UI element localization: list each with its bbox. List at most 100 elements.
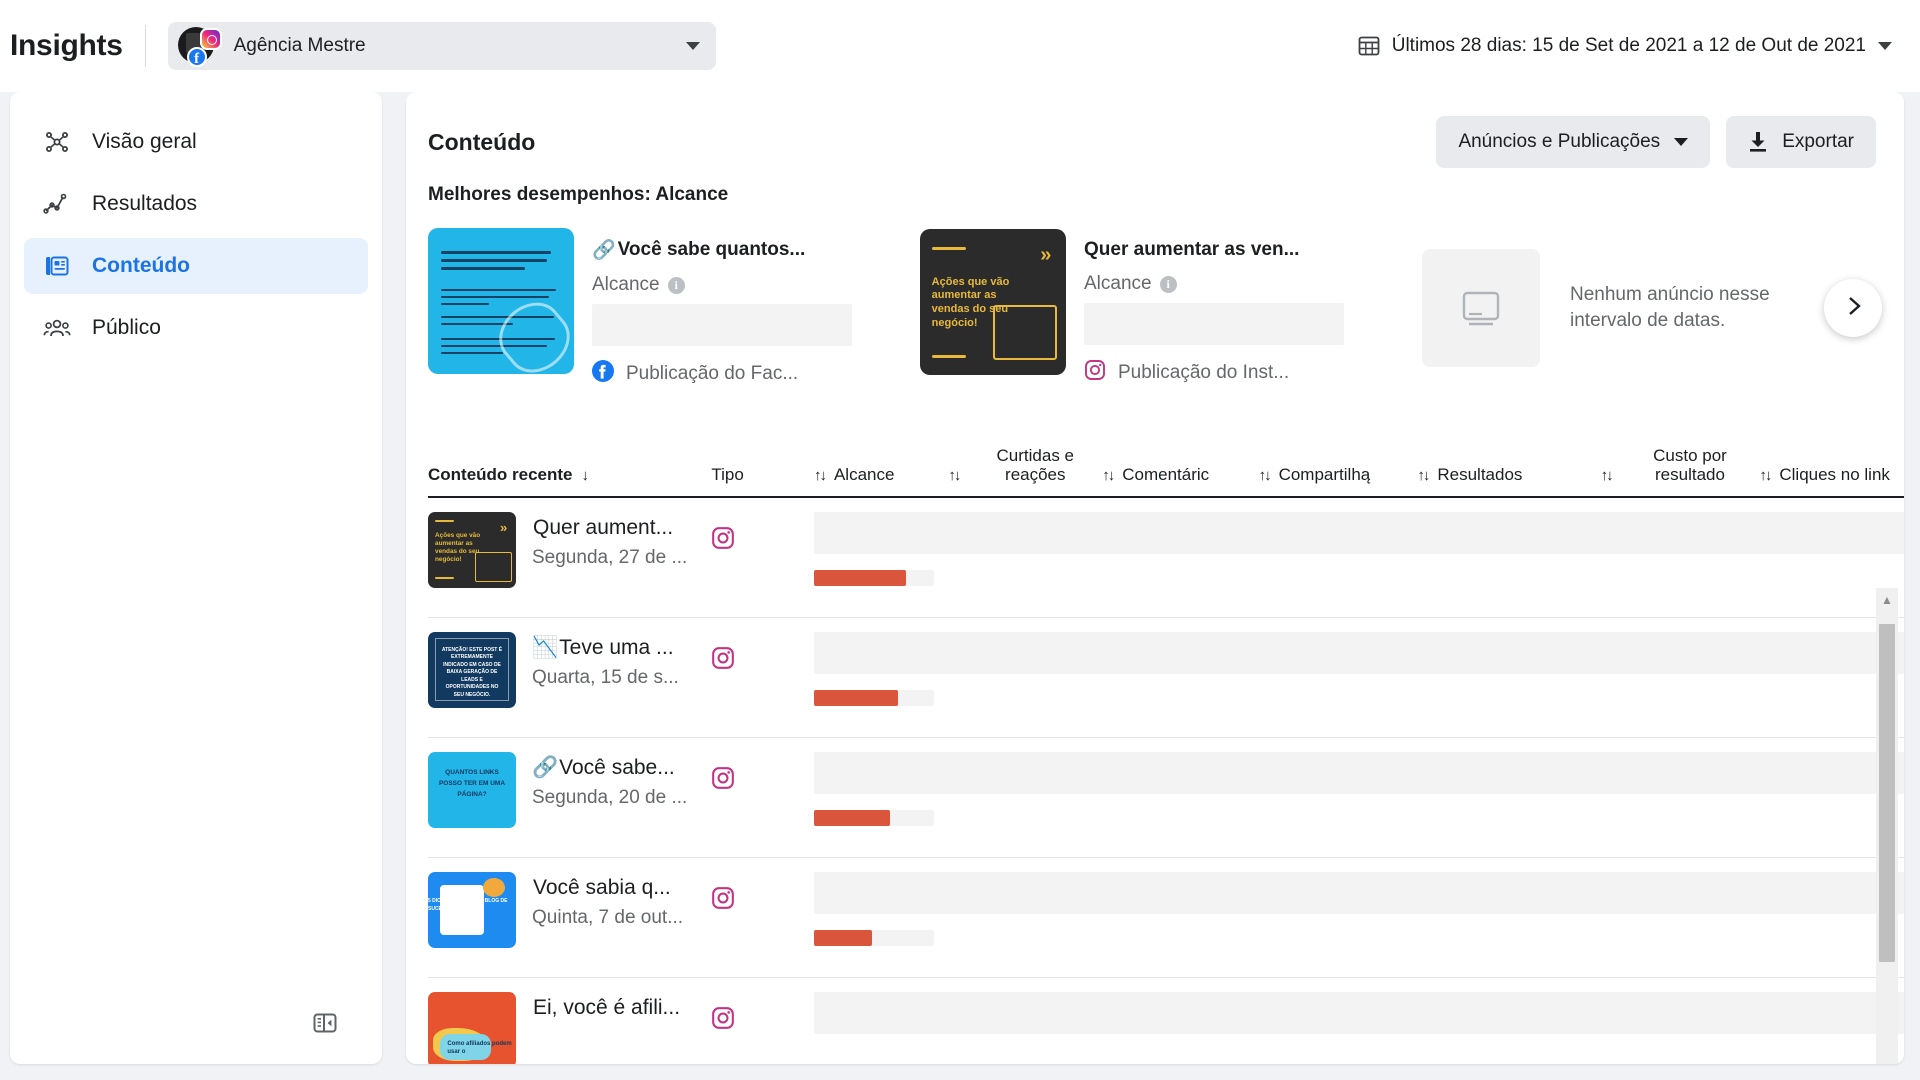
divider bbox=[144, 25, 146, 67]
performer-title: 🔗 Você sabe quantos... bbox=[592, 238, 852, 262]
scroll-up-arrow[interactable]: ▲ bbox=[1876, 594, 1898, 606]
page-title: Conteúdo bbox=[428, 128, 536, 155]
chevron-down-icon bbox=[1878, 42, 1892, 50]
app-title: Insights bbox=[10, 29, 123, 62]
sort-updown-icon: ↑↓ bbox=[1102, 467, 1115, 485]
reach-bar-fill bbox=[813, 689, 898, 706]
column-header-compartilhamentos[interactable]: ↑↓ Compartilhą bbox=[1259, 446, 1418, 497]
sidebar-item-resultados[interactable]: Resultados bbox=[24, 176, 368, 232]
cell-type bbox=[711, 737, 814, 857]
info-icon[interactable]: i bbox=[667, 276, 685, 294]
content-filter-label: Anúncios e Publicações bbox=[1458, 131, 1661, 152]
performer-card[interactable]: » Ações que vão aumentar as vendas do se… bbox=[920, 229, 1344, 387]
performer-info: Quer aumentar as ven... Alcance i Public… bbox=[1084, 229, 1344, 387]
row-texts: 📉 Teve uma ... Quarta, 15 de s... bbox=[532, 632, 679, 689]
content-filter-dropdown[interactable]: Anúncios e Publicações bbox=[1436, 116, 1711, 168]
column-label: Cliques no link bbox=[1779, 465, 1890, 485]
row-date: Quarta, 15 de s... bbox=[532, 666, 679, 688]
reach-bar-fill bbox=[813, 570, 907, 587]
top-performers-carousel: 🔗 Você sabe quantos... Alcance i Publica… bbox=[428, 228, 1904, 387]
audience-people-icon bbox=[42, 313, 72, 343]
link-emoji: 🔗 bbox=[592, 240, 616, 261]
column-header-alcance[interactable]: ↑↓ Alcance bbox=[814, 446, 948, 497]
column-header-custo-por-resultado[interactable]: ↑↓ Custo por resultado bbox=[1601, 446, 1760, 497]
reach-bar-fill bbox=[813, 929, 872, 946]
row-title-text: Quer aument... bbox=[533, 516, 674, 540]
row-title: 📉 Teve uma ... bbox=[532, 636, 679, 660]
download-icon bbox=[1748, 131, 1768, 153]
cell-metrics bbox=[813, 737, 1904, 857]
line-chart-icon bbox=[42, 189, 72, 219]
metric-placeholder bbox=[813, 631, 1904, 674]
metric-placeholder bbox=[813, 991, 1904, 1034]
cell-content: QUANTOS LINKS POSSO TER EM UMA PÁGINA? 🔗… bbox=[428, 737, 711, 857]
cell-type bbox=[711, 617, 814, 737]
row-thumbnail: ATENÇÃO! ESTE POST É EXTREMAMENTE INDICA… bbox=[428, 631, 516, 708]
performer-source: Publicação do Inst... bbox=[1084, 359, 1344, 387]
sort-updown-icon: ↑↓ bbox=[1600, 467, 1614, 485]
date-range-selector[interactable]: Últimos 28 dias: 15 de Set de 2021 a 12 … bbox=[1358, 35, 1892, 57]
cell-type bbox=[711, 857, 814, 977]
column-header-curtidas-e-reacoes[interactable]: ↑↓ Curtidas e reações bbox=[948, 446, 1102, 497]
overview-hub-icon bbox=[42, 127, 72, 157]
table-body: » Ações que vão aumentar as vendas do se… bbox=[428, 497, 1904, 1064]
row-date: Quinta, 7 de out... bbox=[532, 906, 684, 928]
instagram-icon bbox=[711, 858, 814, 915]
row-title: Quer aument... bbox=[532, 516, 687, 540]
sort-updown-icon: ↑↓ bbox=[948, 467, 961, 485]
sidebar-item-label: Resultados bbox=[92, 192, 198, 215]
export-button[interactable]: Exportar bbox=[1726, 116, 1876, 168]
sidebar-collapse-icon[interactable] bbox=[308, 1006, 342, 1040]
sidebar-item-label: Público bbox=[92, 316, 161, 339]
scrollbar-thumb[interactable] bbox=[1879, 624, 1895, 962]
instagram-icon bbox=[711, 618, 814, 675]
table-row[interactable]: Como afiliados podem usar o Ei, você é a… bbox=[428, 977, 1904, 1064]
facebook-icon bbox=[592, 360, 614, 388]
table-row[interactable]: 5 DICAS PARA TER UM BLOG DE SUCESSO Você… bbox=[428, 857, 1904, 978]
column-header-comentarios[interactable]: ↑↓ Comentáric bbox=[1102, 446, 1258, 497]
row-title-text: Você sabia q... bbox=[533, 875, 671, 899]
instagram-icon bbox=[711, 738, 814, 795]
row-title-text: Você sabe... bbox=[559, 755, 675, 779]
page-layout: Visão geral Resultados Conteúdo Público bbox=[0, 92, 1920, 1080]
calendar-icon bbox=[1358, 35, 1380, 57]
metric-placeholder bbox=[813, 751, 1904, 794]
column-header-cliques-no-link[interactable]: ↑↓ Cliques no link bbox=[1759, 446, 1904, 497]
table-row[interactable]: » Ações que vão aumentar as vendas do se… bbox=[428, 497, 1904, 618]
table-row[interactable]: ATENÇÃO! ESTE POST É EXTREMAMENTE INDICA… bbox=[428, 617, 1904, 738]
performer-title-text: Você sabe quantos... bbox=[617, 239, 806, 260]
instagram-icon bbox=[711, 498, 814, 555]
performer-thumbnail bbox=[428, 228, 574, 374]
info-icon[interactable]: i bbox=[1159, 275, 1177, 293]
chevron-right-icon bbox=[1841, 294, 1865, 323]
table-vertical-scrollbar[interactable]: ▲ bbox=[1876, 588, 1898, 1064]
metric-placeholder bbox=[813, 512, 1904, 555]
account-selector[interactable]: f Agência Mestre bbox=[167, 22, 716, 70]
column-header-tipo[interactable]: Tipo bbox=[711, 446, 814, 497]
column-header-conteudo-recente[interactable]: Conteúdo recente ↓ bbox=[428, 446, 711, 497]
column-label: Alcance bbox=[833, 465, 895, 485]
cell-type bbox=[711, 497, 814, 617]
cell-metrics bbox=[813, 977, 1904, 1064]
date-range-text: Últimos 28 dias: 15 de Set de 2021 a 12 … bbox=[1391, 35, 1866, 56]
account-name: Agência Mestre bbox=[233, 35, 366, 56]
content-table: Conteúdo recente ↓ Tipo ↑↓ Alcance ↑↓ Curt… bbox=[428, 446, 1904, 1064]
column-header-resultados[interactable]: ↑↓ Resultados bbox=[1417, 446, 1600, 497]
sidebar-item-conteudo[interactable]: Conteúdo bbox=[24, 238, 368, 294]
chart-down-emoji: 📉 bbox=[532, 635, 559, 659]
cell-type bbox=[711, 977, 814, 1064]
sidebar-item-publico[interactable]: Público bbox=[24, 300, 368, 356]
performer-metric: Alcance i bbox=[1084, 273, 1344, 295]
row-date: Segunda, 20 de ... bbox=[532, 786, 688, 808]
row-date: Segunda, 27 de ... bbox=[532, 547, 688, 569]
reach-bar-track bbox=[813, 570, 934, 587]
performer-card[interactable]: 🔗 Você sabe quantos... Alcance i Publica… bbox=[428, 228, 852, 388]
cell-content: » Ações que vão aumentar as vendas do se… bbox=[428, 497, 711, 617]
carousel-next-button[interactable] bbox=[1824, 279, 1882, 337]
header-actions: Anúncios e Publicações Exportar bbox=[1436, 116, 1876, 168]
table-row[interactable]: QUANTOS LINKS POSSO TER EM UMA PÁGINA? 🔗… bbox=[428, 737, 1904, 858]
reach-bar-track bbox=[813, 809, 934, 826]
instagram-icon bbox=[711, 978, 814, 1035]
sidebar: Visão geral Resultados Conteúdo Público bbox=[10, 92, 382, 1064]
sidebar-item-visao-geral[interactable]: Visão geral bbox=[24, 114, 368, 170]
